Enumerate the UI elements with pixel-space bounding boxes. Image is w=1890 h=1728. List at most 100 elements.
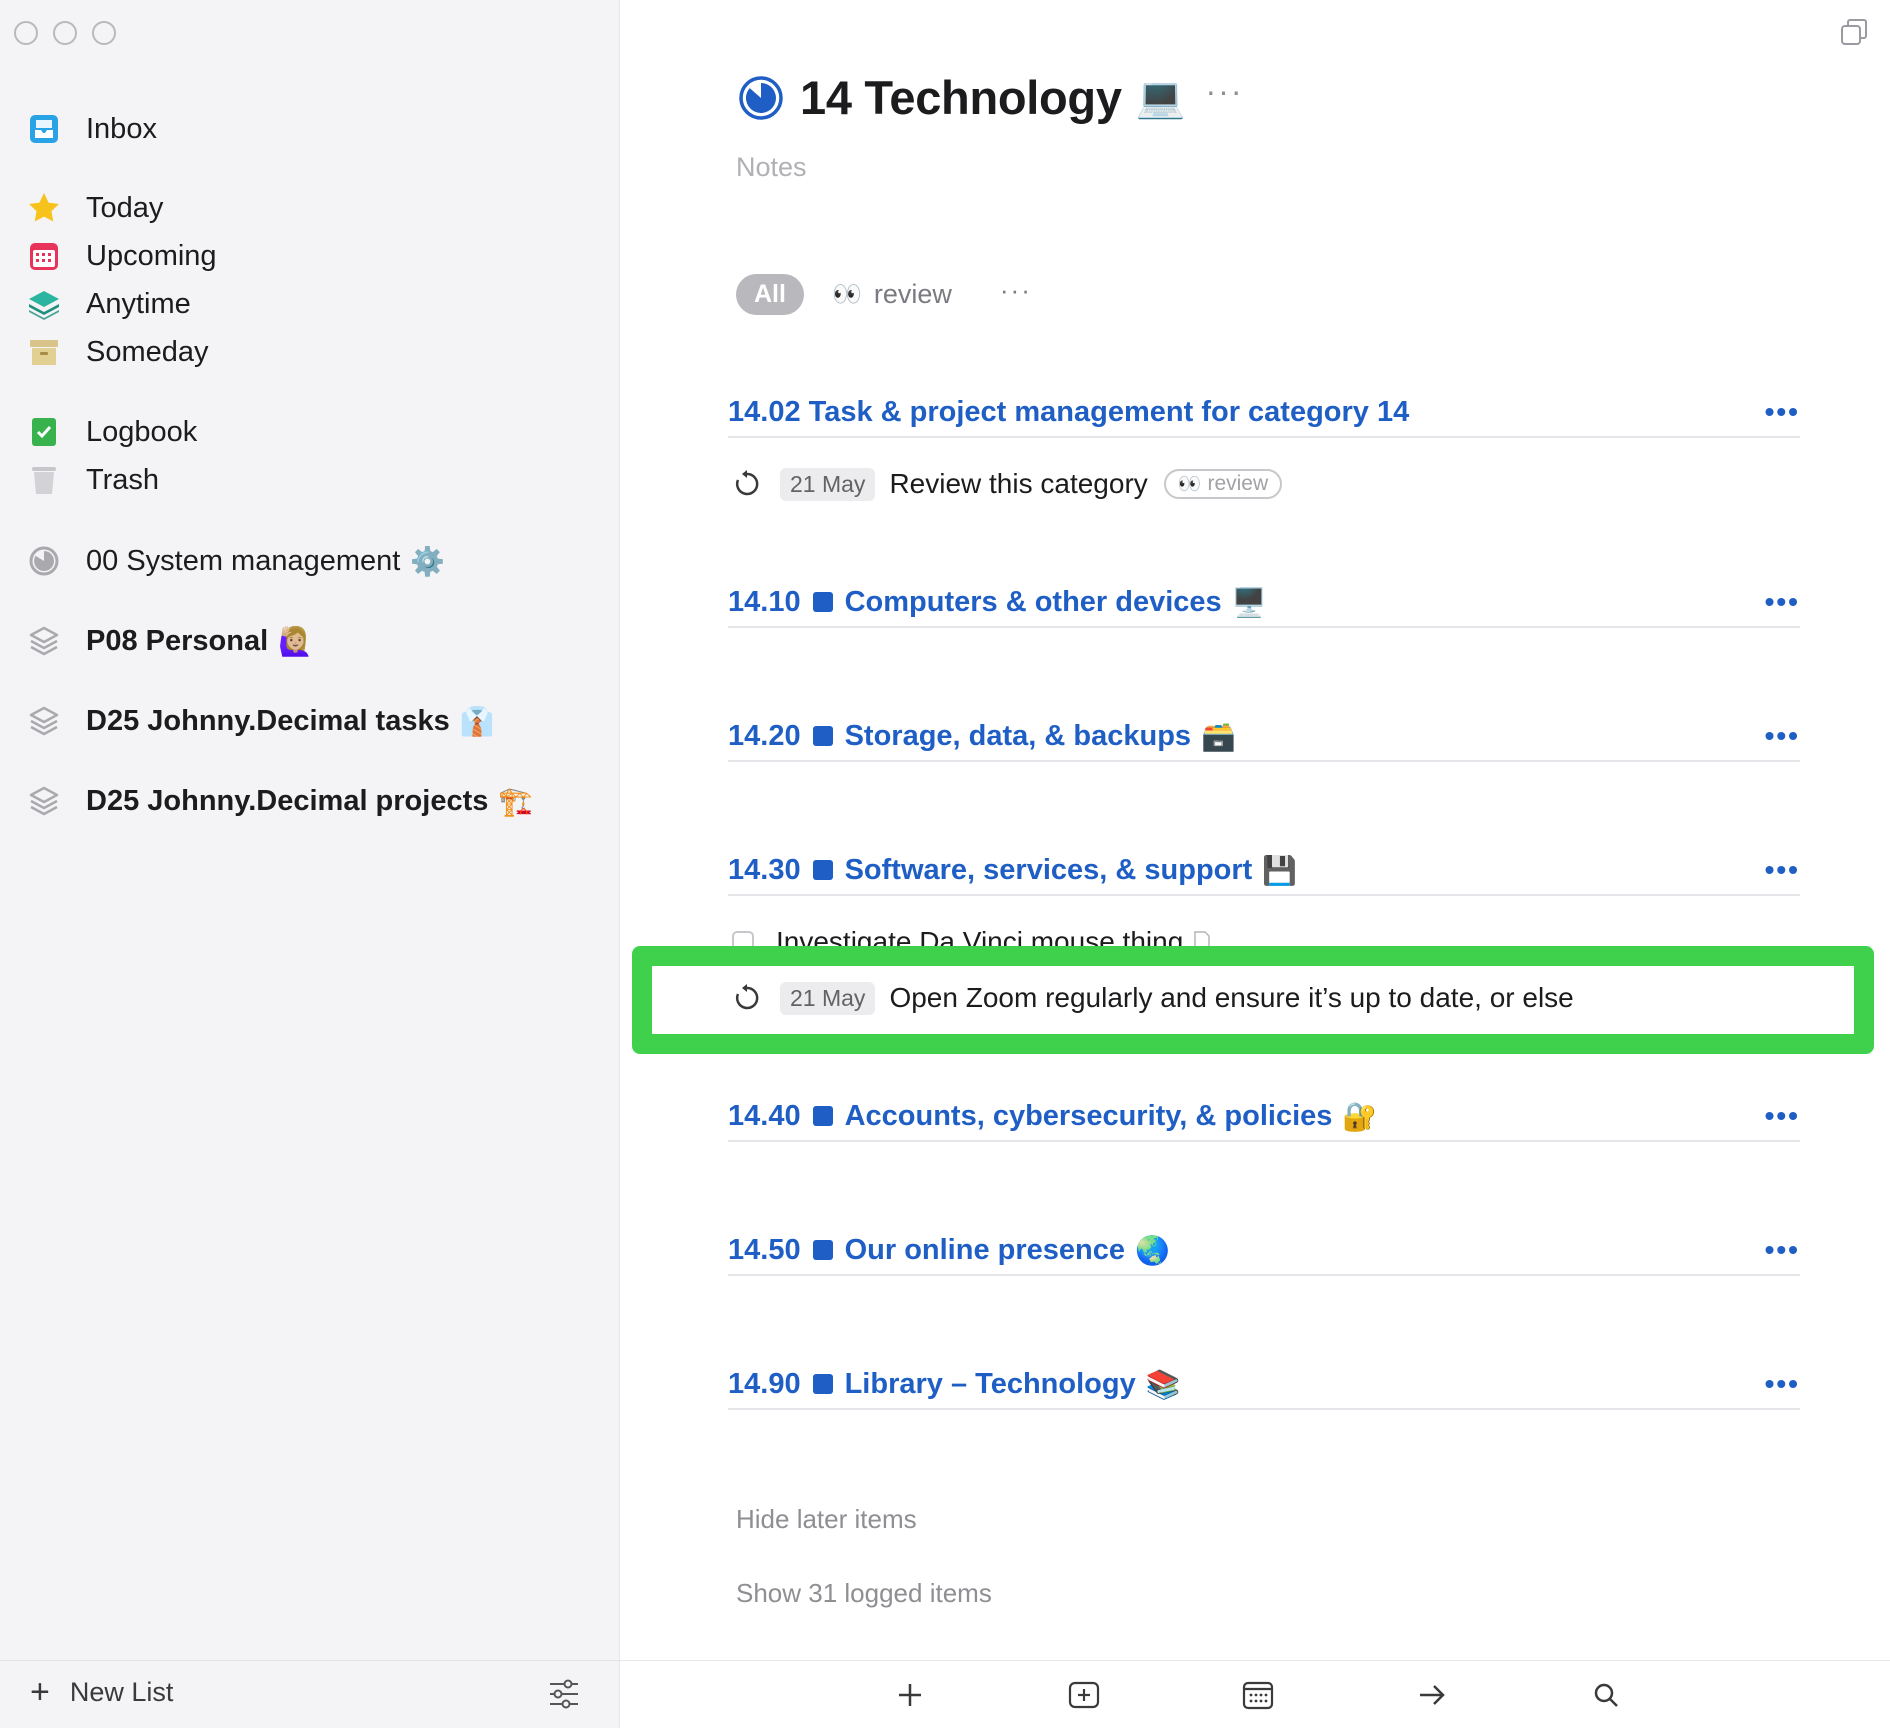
layers-icon: [26, 286, 62, 322]
when-calendar-icon[interactable]: [1240, 1677, 1276, 1713]
sidebar-item-label: Inbox: [86, 112, 157, 145]
sidebar-area-personal[interactable]: P08 Personal 🙋🏼‍♀️: [26, 618, 313, 664]
hide-later-items-link[interactable]: Hide later items: [736, 1504, 917, 1535]
blue-square-icon: [812, 592, 833, 612]
heading-14-10[interactable]: 14.10 Computers & other devices 🖥️ •••: [728, 578, 1800, 628]
tag-filter-all[interactable]: All: [736, 274, 804, 315]
crane-icon: 🏗️: [498, 785, 534, 817]
sidebar-item-someday[interactable]: Someday: [26, 329, 209, 375]
heading-more-button[interactable]: •••: [1765, 1234, 1800, 1266]
heading-more-button[interactable]: •••: [1765, 854, 1800, 886]
tag-filter-bar: All 👀 review ···: [736, 274, 1032, 315]
date-badge: 21 May: [780, 981, 876, 1015]
heading-number: 14.10: [728, 585, 801, 618]
sidebar-item-label: D25 Johnny.Decimal projects: [86, 784, 489, 817]
minimize-window-button[interactable]: [53, 21, 77, 45]
repeat-icon: [735, 984, 759, 1010]
task-review-category[interactable]: 21 May Review this category 👀 review: [732, 462, 1283, 506]
heading-title: Accounts, cybersecurity, & policies: [844, 1099, 1333, 1132]
sidebar: Inbox Today Upcoming Anytime Someday Log…: [0, 0, 620, 1728]
duplicate-window-icon[interactable]: [1840, 18, 1868, 46]
heading-title: Our online presence: [844, 1233, 1125, 1266]
project-header: 14 Technology 💻 ···: [738, 70, 1243, 125]
heading-more-button[interactable]: •••: [1765, 396, 1800, 428]
tag-filter-review[interactable]: 👀 review: [832, 279, 952, 310]
heading-number: 14.30: [728, 853, 801, 886]
close-window-button[interactable]: [14, 21, 38, 45]
sidebar-area-jd-tasks[interactable]: D25 Johnny.Decimal tasks 👔: [26, 698, 495, 744]
heading-title: 14.02 Task & project management for cate…: [728, 395, 1410, 428]
sidebar-item-label: Upcoming: [86, 239, 217, 272]
sidebar-item-trash[interactable]: Trash: [26, 457, 159, 503]
area-cube-icon: [26, 703, 62, 739]
new-list-label: New List: [69, 1676, 174, 1707]
eyes-icon: 👀: [1177, 474, 1202, 495]
sidebar-item-label: Anytime: [86, 287, 191, 320]
archive-box-icon: [26, 334, 62, 370]
gear-icon: ⚙️: [410, 545, 446, 577]
heading-more-button[interactable]: •••: [1765, 586, 1800, 618]
task-open-zoom[interactable]: 21 May Open Zoom regularly and ensure it…: [732, 976, 1574, 1020]
sliders-icon[interactable]: [548, 1677, 580, 1711]
sidebar-item-upcoming[interactable]: Upcoming: [26, 233, 217, 279]
heading-number: 14.40: [728, 1099, 801, 1132]
heading-more-button[interactable]: •••: [1765, 720, 1800, 752]
sidebar-item-anytime[interactable]: Anytime: [26, 281, 191, 327]
project-progress-icon[interactable]: [738, 75, 784, 121]
heading-title: Computers & other devices: [844, 585, 1222, 618]
card-file-box-icon: 🗃️: [1201, 720, 1236, 752]
new-heading-icon[interactable]: [1066, 1677, 1102, 1713]
new-list-button[interactable]: + New List: [30, 1675, 173, 1709]
eyes-icon: 👀: [831, 281, 862, 308]
sidebar-area-jd-projects[interactable]: D25 Johnny.Decimal projects 🏗️: [26, 778, 533, 824]
books-icon: 📚: [1145, 1368, 1181, 1400]
zoom-window-button[interactable]: [92, 21, 116, 45]
sidebar-item-label: Today: [86, 191, 164, 224]
area-cube-icon: [26, 783, 62, 819]
heading-14-40[interactable]: 14.40 Accounts, cybersecurity, & policie…: [728, 1092, 1800, 1142]
project-more-button[interactable]: ···: [1206, 73, 1244, 110]
show-logged-items-link[interactable]: Show 31 logged items: [736, 1578, 992, 1609]
lock-with-key-icon: 🔐: [1342, 1100, 1378, 1132]
sidebar-item-today[interactable]: Today: [26, 185, 163, 231]
repeat-icon: [735, 470, 759, 496]
heading-14-30[interactable]: 14.30 Software, services, & support 💾 ••…: [728, 846, 1800, 896]
heading-14-20[interactable]: 14.20 Storage, data, & backups 🗃️ •••: [728, 712, 1800, 762]
floppy-disk-icon: 💾: [1262, 854, 1298, 886]
notes-field[interactable]: Notes: [736, 152, 807, 183]
calendar-icon: [26, 238, 62, 274]
plus-icon: +: [30, 1673, 50, 1711]
window-controls: [14, 21, 116, 45]
sidebar-item-label: Someday: [86, 335, 209, 368]
new-todo-plus-icon[interactable]: [892, 1677, 928, 1713]
sidebar-area-system[interactable]: 00 System management ⚙️: [26, 538, 445, 584]
heading-14-02[interactable]: 14.02 Task & project management for cate…: [728, 388, 1800, 438]
blue-square-icon: [812, 1240, 833, 1260]
date-badge: 21 May: [780, 467, 876, 501]
move-arrow-icon[interactable]: [1414, 1677, 1450, 1713]
heading-14-90[interactable]: 14.90 Library – Technology 📚 •••: [728, 1360, 1800, 1410]
main-panel: 14 Technology 💻 ··· Notes All 👀 review ·…: [620, 0, 1890, 1728]
page-title[interactable]: 14 Technology: [800, 70, 1122, 125]
star-icon: [26, 190, 62, 226]
heading-more-button[interactable]: •••: [1765, 1368, 1800, 1400]
heading-more-button[interactable]: •••: [1765, 1100, 1800, 1132]
necktie-icon: 👔: [459, 705, 495, 737]
sidebar-item-logbook[interactable]: Logbook: [26, 409, 197, 455]
laptop-icon: 💻: [1135, 76, 1186, 120]
sidebar-item-label: 00 System management: [86, 544, 401, 577]
heading-title: Storage, data, & backups: [844, 719, 1192, 752]
sidebar-item-inbox[interactable]: Inbox: [26, 106, 157, 152]
task-title: Open Zoom regularly and ensure it’s up t…: [889, 982, 1574, 1013]
task-tag-review[interactable]: 👀 review: [1163, 469, 1283, 499]
bottom-toolbar: [620, 1660, 1890, 1728]
sidebar-item-label: Trash: [86, 463, 160, 496]
globe-icon: 🌏: [1135, 1234, 1170, 1266]
heading-title: Library – Technology: [844, 1367, 1136, 1400]
heading-number: 14.90: [728, 1367, 801, 1400]
heading-14-50[interactable]: 14.50 Our online presence 🌏 •••: [728, 1226, 1800, 1276]
tag-filter-more-button[interactable]: ···: [1000, 275, 1032, 306]
blue-square-icon: [812, 1374, 833, 1394]
blue-square-icon: [812, 726, 833, 746]
search-icon[interactable]: [1588, 1677, 1624, 1713]
